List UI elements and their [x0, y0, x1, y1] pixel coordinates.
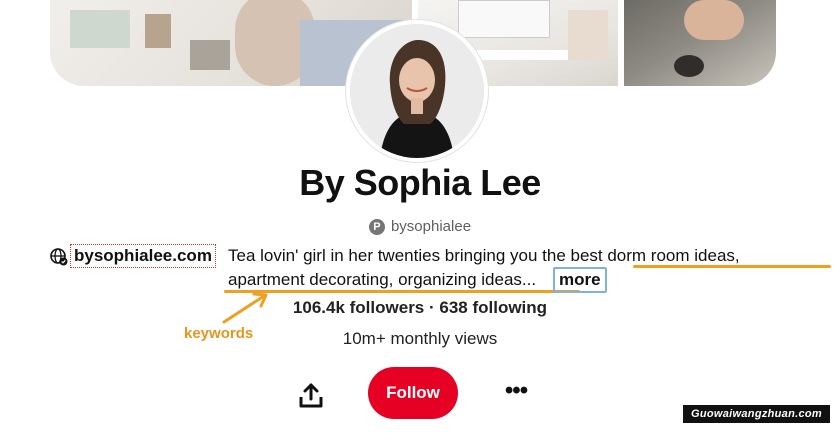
- website-link[interactable]: bysophialee.com: [70, 244, 216, 268]
- monthly-views: 10m+ monthly views: [342, 329, 498, 348]
- bio-more-button[interactable]: more: [553, 267, 607, 293]
- share-icon[interactable]: [296, 381, 326, 411]
- globe-verified-icon: [50, 248, 68, 266]
- keyword-underline: [633, 265, 831, 268]
- keyword-underline: [224, 290, 580, 293]
- watermark: Guowaiwangzhuan.com: [683, 405, 830, 423]
- handle-row: P bysophialee: [0, 218, 840, 235]
- bio-text-line2: apartment decorating, organizing ideas..…: [228, 270, 537, 289]
- profile-handle: bysophialee: [390, 218, 472, 235]
- cover-image-sink: [624, 0, 776, 86]
- follow-button[interactable]: Follow: [368, 367, 458, 419]
- follower-stats[interactable]: 106.4k followers · 638 following: [0, 298, 840, 318]
- avatar[interactable]: [346, 20, 488, 162]
- profile-name: By Sophia Lee: [299, 162, 541, 203]
- pinterest-icon: P: [368, 218, 385, 235]
- more-options-icon[interactable]: •••: [502, 379, 530, 406]
